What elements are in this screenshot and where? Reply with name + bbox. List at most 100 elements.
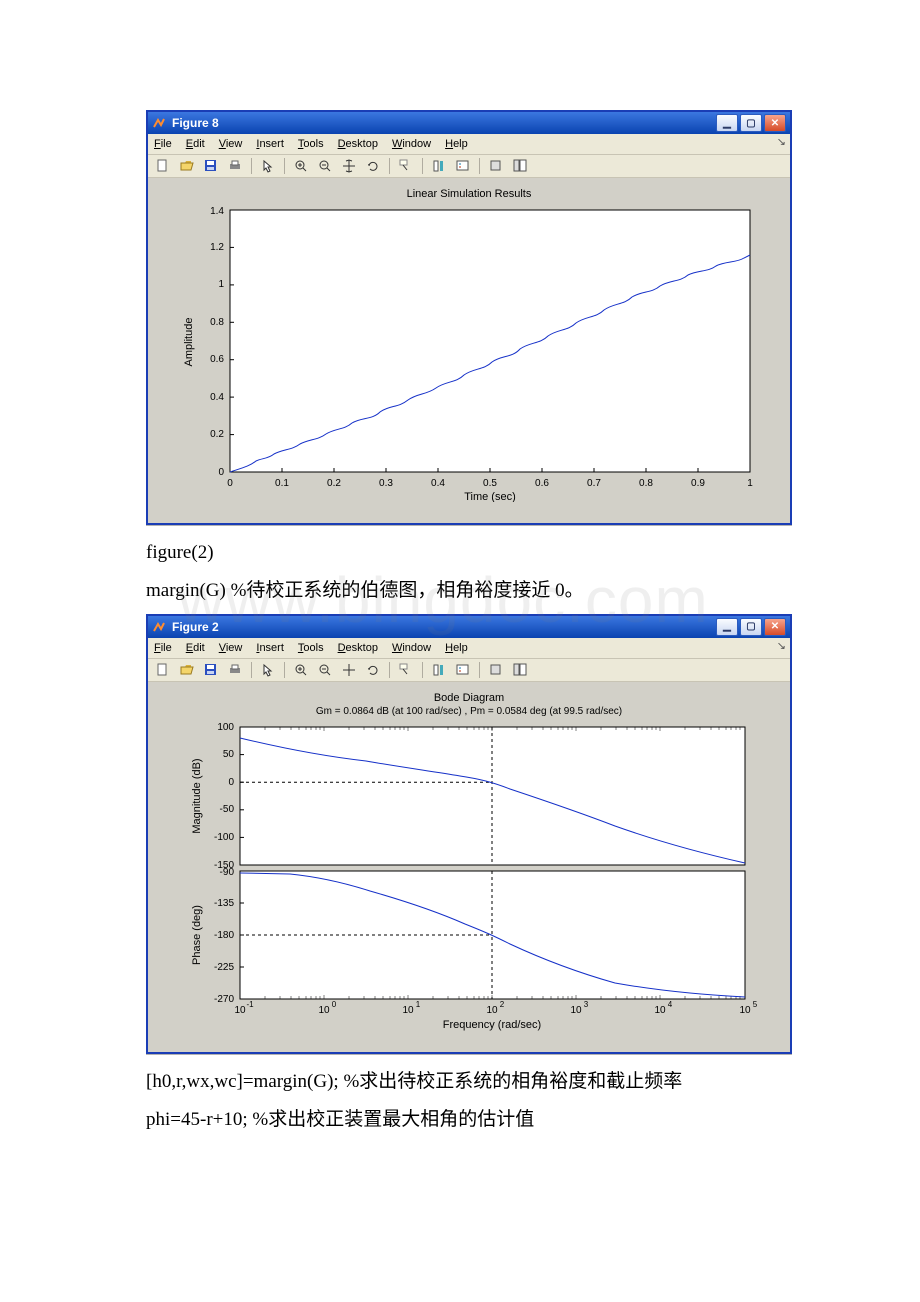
svg-text:10: 10 <box>739 1005 751 1016</box>
rotate-icon[interactable] <box>362 660 384 680</box>
svg-text:Time (sec): Time (sec) <box>464 491 516 502</box>
print-icon[interactable] <box>224 660 246 680</box>
menu-tools[interactable]: Tools <box>298 138 324 150</box>
bode-subtitle: Gm = 0.0864 dB (at 100 rad/sec) , Pm = 0… <box>160 706 778 717</box>
pointer-icon[interactable] <box>257 156 279 176</box>
close-button[interactable]: ✕ <box>764 114 786 132</box>
pan-icon[interactable] <box>338 156 360 176</box>
rotate-icon[interactable] <box>362 156 384 176</box>
svg-text:1: 1 <box>747 478 753 489</box>
maximize-button[interactable]: ▢ <box>740 114 762 132</box>
menu-file[interactable]: File <box>154 138 172 150</box>
svg-text:3: 3 <box>584 1000 589 1009</box>
svg-text:10: 10 <box>654 1005 666 1016</box>
menu-edit[interactable]: Edit <box>186 138 205 150</box>
menu-edit[interactable]: Edit <box>186 642 205 654</box>
show-tools-icon[interactable] <box>509 660 531 680</box>
svg-text:100: 100 <box>217 722 234 733</box>
maximize-button[interactable]: ▢ <box>740 618 762 636</box>
figure8-menubar: File Edit View Insert Tools Desktop Wind… <box>148 134 790 155</box>
zoom-in-icon[interactable] <box>290 156 312 176</box>
svg-text:0.2: 0.2 <box>327 478 341 489</box>
save-icon[interactable] <box>200 660 222 680</box>
colorbar-icon[interactable] <box>428 660 450 680</box>
svg-text:0.9: 0.9 <box>691 478 705 489</box>
datacursor-icon[interactable] <box>395 660 417 680</box>
svg-text:0.6: 0.6 <box>535 478 549 489</box>
figure8-plot-title: Linear Simulation Results <box>160 188 778 200</box>
svg-text:5: 5 <box>753 1000 758 1009</box>
legend-icon[interactable] <box>452 156 474 176</box>
new-icon[interactable] <box>152 156 174 176</box>
minimize-button[interactable]: ▁ <box>716 114 738 132</box>
zoom-out-icon[interactable] <box>314 156 336 176</box>
svg-text:0.6: 0.6 <box>210 354 224 365</box>
code-line-3: [h0,r,wx,wc]=margin(G); %求出待校正系统的相角裕度和截止… <box>146 1066 810 1098</box>
svg-text:0.2: 0.2 <box>210 429 224 440</box>
svg-text:0.4: 0.4 <box>210 392 224 403</box>
svg-text:Phase (deg): Phase (deg) <box>191 905 203 965</box>
figure8-plot-area: Linear Simulation Results 0 0.2 0.4 0.6 … <box>148 178 790 523</box>
svg-text:-50: -50 <box>220 804 235 815</box>
menu-overflow-icon[interactable]: ↘ <box>775 640 786 652</box>
zoom-in-icon[interactable] <box>290 660 312 680</box>
menu-file[interactable]: File <box>154 642 172 654</box>
svg-text:0.8: 0.8 <box>210 317 224 328</box>
svg-text:50: 50 <box>223 749 235 760</box>
svg-text:-100: -100 <box>214 832 234 843</box>
menu-help[interactable]: Help <box>445 642 468 654</box>
menu-desktop[interactable]: Desktop <box>338 642 378 654</box>
menu-view[interactable]: View <box>219 642 243 654</box>
pointer-icon[interactable] <box>257 660 279 680</box>
svg-text:Frequency (rad/sec): Frequency (rad/sec) <box>443 1019 541 1031</box>
menu-insert[interactable]: Insert <box>256 138 284 150</box>
menu-help[interactable]: Help <box>445 138 468 150</box>
zoom-out-icon[interactable] <box>314 660 336 680</box>
figure2-titlebar[interactable]: Figure 2 ▁ ▢ ✕ <box>148 616 790 638</box>
svg-text:0.5: 0.5 <box>483 478 497 489</box>
svg-text:-1: -1 <box>246 1000 254 1009</box>
svg-text:0.7: 0.7 <box>587 478 601 489</box>
menu-overflow-icon[interactable]: ↘ <box>775 137 786 149</box>
menu-desktop[interactable]: Desktop <box>338 138 378 150</box>
open-icon[interactable] <box>176 660 198 680</box>
figure8-window: Figure 8 ▁ ▢ ✕ File Edit View Insert Too… <box>146 110 792 525</box>
close-button[interactable]: ✕ <box>764 618 786 636</box>
svg-text:-135: -135 <box>214 898 234 909</box>
menu-insert[interactable]: Insert <box>256 642 284 654</box>
svg-text:10: 10 <box>402 1005 414 1016</box>
svg-text:1.2: 1.2 <box>210 242 224 253</box>
open-icon[interactable] <box>176 156 198 176</box>
svg-text:0.1: 0.1 <box>275 478 289 489</box>
figure8-titlebar[interactable]: Figure 8 ▁ ▢ ✕ <box>148 112 790 134</box>
svg-text:1: 1 <box>218 279 224 290</box>
svg-text:0.4: 0.4 <box>431 478 445 489</box>
svg-text:0.3: 0.3 <box>379 478 393 489</box>
matlab-icon <box>152 620 166 634</box>
hide-tools-icon[interactable] <box>485 660 507 680</box>
show-tools-icon[interactable] <box>509 156 531 176</box>
legend-icon[interactable] <box>452 660 474 680</box>
menu-view[interactable]: View <box>219 138 243 150</box>
menu-window[interactable]: Window <box>392 642 431 654</box>
code-line-4: phi=45-r+10; %求出校正装置最大相角的估计值 <box>146 1104 810 1136</box>
minimize-button[interactable]: ▁ <box>716 618 738 636</box>
print-icon[interactable] <box>224 156 246 176</box>
svg-text:1: 1 <box>416 1000 421 1009</box>
hide-tools-icon[interactable] <box>485 156 507 176</box>
pan-icon[interactable] <box>338 660 360 680</box>
svg-text:0: 0 <box>332 1000 337 1009</box>
svg-text:Magnitude (dB): Magnitude (dB) <box>191 758 203 833</box>
menu-window[interactable]: Window <box>392 138 431 150</box>
colorbar-icon[interactable] <box>428 156 450 176</box>
menu-tools[interactable]: Tools <box>298 642 324 654</box>
figure2-title: Figure 2 <box>172 620 219 634</box>
new-icon[interactable] <box>152 660 174 680</box>
save-icon[interactable] <box>200 156 222 176</box>
svg-text:10: 10 <box>486 1005 498 1016</box>
datacursor-icon[interactable] <box>395 156 417 176</box>
code-line-2: margin(G) %待校正系统的伯德图，相角裕度接近 0。 <box>146 575 810 607</box>
svg-text:-90: -90 <box>220 867 235 878</box>
svg-text:-225: -225 <box>214 962 234 973</box>
svg-text:10: 10 <box>570 1005 582 1016</box>
